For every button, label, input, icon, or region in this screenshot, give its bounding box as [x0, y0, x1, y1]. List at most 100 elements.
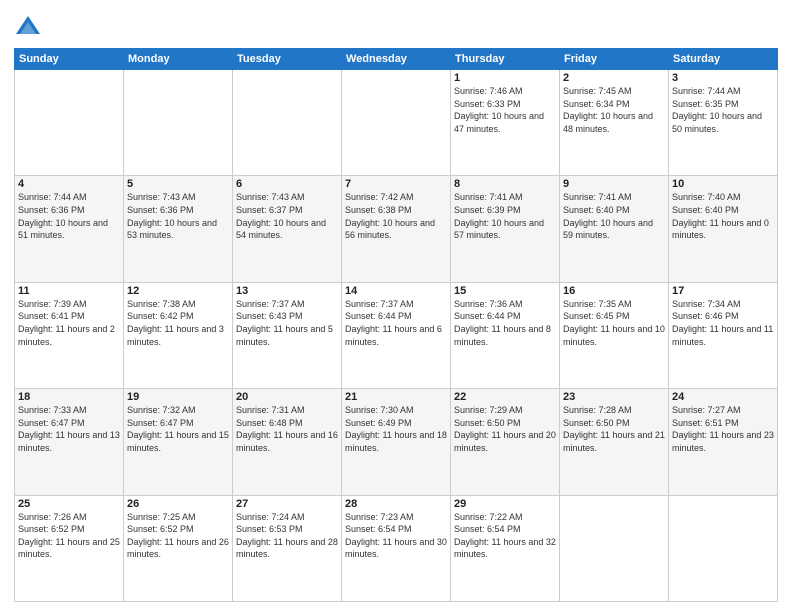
day-number: 28 [345, 498, 447, 510]
day-cell: 12Sunrise: 7:38 AMSunset: 6:42 PMDayligh… [124, 282, 233, 388]
week-row-2: 11Sunrise: 7:39 AMSunset: 6:41 PMDayligh… [15, 282, 778, 388]
day-info: Sunrise: 7:26 AMSunset: 6:52 PMDaylight:… [18, 511, 120, 561]
day-cell: 19Sunrise: 7:32 AMSunset: 6:47 PMDayligh… [124, 389, 233, 495]
day-info: Sunrise: 7:32 AMSunset: 6:47 PMDaylight:… [127, 404, 229, 454]
day-number: 15 [454, 285, 556, 297]
day-number: 26 [127, 498, 229, 510]
week-row-4: 25Sunrise: 7:26 AMSunset: 6:52 PMDayligh… [15, 495, 778, 601]
header-cell-sunday: Sunday [15, 49, 124, 70]
day-cell: 29Sunrise: 7:22 AMSunset: 6:54 PMDayligh… [451, 495, 560, 601]
day-cell: 14Sunrise: 7:37 AMSunset: 6:44 PMDayligh… [342, 282, 451, 388]
day-cell: 9Sunrise: 7:41 AMSunset: 6:40 PMDaylight… [560, 176, 669, 282]
day-number: 25 [18, 498, 120, 510]
page: SundayMondayTuesdayWednesdayThursdayFrid… [0, 0, 792, 612]
day-cell: 23Sunrise: 7:28 AMSunset: 6:50 PMDayligh… [560, 389, 669, 495]
day-cell: 22Sunrise: 7:29 AMSunset: 6:50 PMDayligh… [451, 389, 560, 495]
day-cell: 2Sunrise: 7:45 AMSunset: 6:34 PMDaylight… [560, 70, 669, 176]
header-cell-tuesday: Tuesday [233, 49, 342, 70]
day-number: 12 [127, 285, 229, 297]
day-cell: 26Sunrise: 7:25 AMSunset: 6:52 PMDayligh… [124, 495, 233, 601]
day-number: 7 [345, 178, 447, 190]
day-cell: 8Sunrise: 7:41 AMSunset: 6:39 PMDaylight… [451, 176, 560, 282]
day-cell: 13Sunrise: 7:37 AMSunset: 6:43 PMDayligh… [233, 282, 342, 388]
day-cell [669, 495, 778, 601]
day-cell: 24Sunrise: 7:27 AMSunset: 6:51 PMDayligh… [669, 389, 778, 495]
header [14, 10, 778, 42]
day-cell: 17Sunrise: 7:34 AMSunset: 6:46 PMDayligh… [669, 282, 778, 388]
logo-icon [14, 14, 42, 42]
day-number: 24 [672, 391, 774, 403]
day-number: 3 [672, 72, 774, 84]
day-number: 4 [18, 178, 120, 190]
day-cell: 11Sunrise: 7:39 AMSunset: 6:41 PMDayligh… [15, 282, 124, 388]
day-number: 10 [672, 178, 774, 190]
day-cell: 10Sunrise: 7:40 AMSunset: 6:40 PMDayligh… [669, 176, 778, 282]
day-info: Sunrise: 7:35 AMSunset: 6:45 PMDaylight:… [563, 298, 665, 348]
day-info: Sunrise: 7:22 AMSunset: 6:54 PMDaylight:… [454, 511, 556, 561]
day-cell: 21Sunrise: 7:30 AMSunset: 6:49 PMDayligh… [342, 389, 451, 495]
day-info: Sunrise: 7:33 AMSunset: 6:47 PMDaylight:… [18, 404, 120, 454]
day-info: Sunrise: 7:38 AMSunset: 6:42 PMDaylight:… [127, 298, 229, 348]
day-cell [560, 495, 669, 601]
day-cell: 18Sunrise: 7:33 AMSunset: 6:47 PMDayligh… [15, 389, 124, 495]
day-info: Sunrise: 7:39 AMSunset: 6:41 PMDaylight:… [18, 298, 120, 348]
day-number: 1 [454, 72, 556, 84]
day-number: 23 [563, 391, 665, 403]
day-info: Sunrise: 7:37 AMSunset: 6:43 PMDaylight:… [236, 298, 338, 348]
day-cell: 4Sunrise: 7:44 AMSunset: 6:36 PMDaylight… [15, 176, 124, 282]
calendar-header: SundayMondayTuesdayWednesdayThursdayFrid… [15, 49, 778, 70]
day-cell [342, 70, 451, 176]
day-number: 2 [563, 72, 665, 84]
day-info: Sunrise: 7:43 AMSunset: 6:37 PMDaylight:… [236, 191, 338, 241]
day-number: 17 [672, 285, 774, 297]
day-info: Sunrise: 7:41 AMSunset: 6:39 PMDaylight:… [454, 191, 556, 241]
day-cell: 27Sunrise: 7:24 AMSunset: 6:53 PMDayligh… [233, 495, 342, 601]
day-info: Sunrise: 7:27 AMSunset: 6:51 PMDaylight:… [672, 404, 774, 454]
week-row-0: 1Sunrise: 7:46 AMSunset: 6:33 PMDaylight… [15, 70, 778, 176]
header-cell-wednesday: Wednesday [342, 49, 451, 70]
day-number: 18 [18, 391, 120, 403]
header-cell-thursday: Thursday [451, 49, 560, 70]
day-number: 14 [345, 285, 447, 297]
day-number: 27 [236, 498, 338, 510]
day-number: 9 [563, 178, 665, 190]
day-number: 13 [236, 285, 338, 297]
day-info: Sunrise: 7:37 AMSunset: 6:44 PMDaylight:… [345, 298, 447, 348]
day-number: 8 [454, 178, 556, 190]
day-info: Sunrise: 7:45 AMSunset: 6:34 PMDaylight:… [563, 85, 665, 135]
day-number: 5 [127, 178, 229, 190]
header-cell-monday: Monday [124, 49, 233, 70]
day-info: Sunrise: 7:46 AMSunset: 6:33 PMDaylight:… [454, 85, 556, 135]
day-info: Sunrise: 7:42 AMSunset: 6:38 PMDaylight:… [345, 191, 447, 241]
day-cell: 15Sunrise: 7:36 AMSunset: 6:44 PMDayligh… [451, 282, 560, 388]
day-info: Sunrise: 7:34 AMSunset: 6:46 PMDaylight:… [672, 298, 774, 348]
day-cell [233, 70, 342, 176]
day-number: 22 [454, 391, 556, 403]
day-cell: 28Sunrise: 7:23 AMSunset: 6:54 PMDayligh… [342, 495, 451, 601]
day-info: Sunrise: 7:24 AMSunset: 6:53 PMDaylight:… [236, 511, 338, 561]
day-cell: 20Sunrise: 7:31 AMSunset: 6:48 PMDayligh… [233, 389, 342, 495]
day-info: Sunrise: 7:29 AMSunset: 6:50 PMDaylight:… [454, 404, 556, 454]
day-number: 29 [454, 498, 556, 510]
header-cell-saturday: Saturday [669, 49, 778, 70]
day-cell [124, 70, 233, 176]
logo [14, 14, 46, 42]
day-info: Sunrise: 7:36 AMSunset: 6:44 PMDaylight:… [454, 298, 556, 348]
header-cell-friday: Friday [560, 49, 669, 70]
week-row-3: 18Sunrise: 7:33 AMSunset: 6:47 PMDayligh… [15, 389, 778, 495]
day-cell [15, 70, 124, 176]
day-number: 11 [18, 285, 120, 297]
day-number: 6 [236, 178, 338, 190]
header-row: SundayMondayTuesdayWednesdayThursdayFrid… [15, 49, 778, 70]
day-info: Sunrise: 7:41 AMSunset: 6:40 PMDaylight:… [563, 191, 665, 241]
day-number: 21 [345, 391, 447, 403]
day-cell: 25Sunrise: 7:26 AMSunset: 6:52 PMDayligh… [15, 495, 124, 601]
day-number: 20 [236, 391, 338, 403]
day-cell: 16Sunrise: 7:35 AMSunset: 6:45 PMDayligh… [560, 282, 669, 388]
day-cell: 3Sunrise: 7:44 AMSunset: 6:35 PMDaylight… [669, 70, 778, 176]
day-info: Sunrise: 7:28 AMSunset: 6:50 PMDaylight:… [563, 404, 665, 454]
calendar-body: 1Sunrise: 7:46 AMSunset: 6:33 PMDaylight… [15, 70, 778, 602]
day-info: Sunrise: 7:40 AMSunset: 6:40 PMDaylight:… [672, 191, 774, 241]
day-cell: 7Sunrise: 7:42 AMSunset: 6:38 PMDaylight… [342, 176, 451, 282]
day-info: Sunrise: 7:44 AMSunset: 6:36 PMDaylight:… [18, 191, 120, 241]
